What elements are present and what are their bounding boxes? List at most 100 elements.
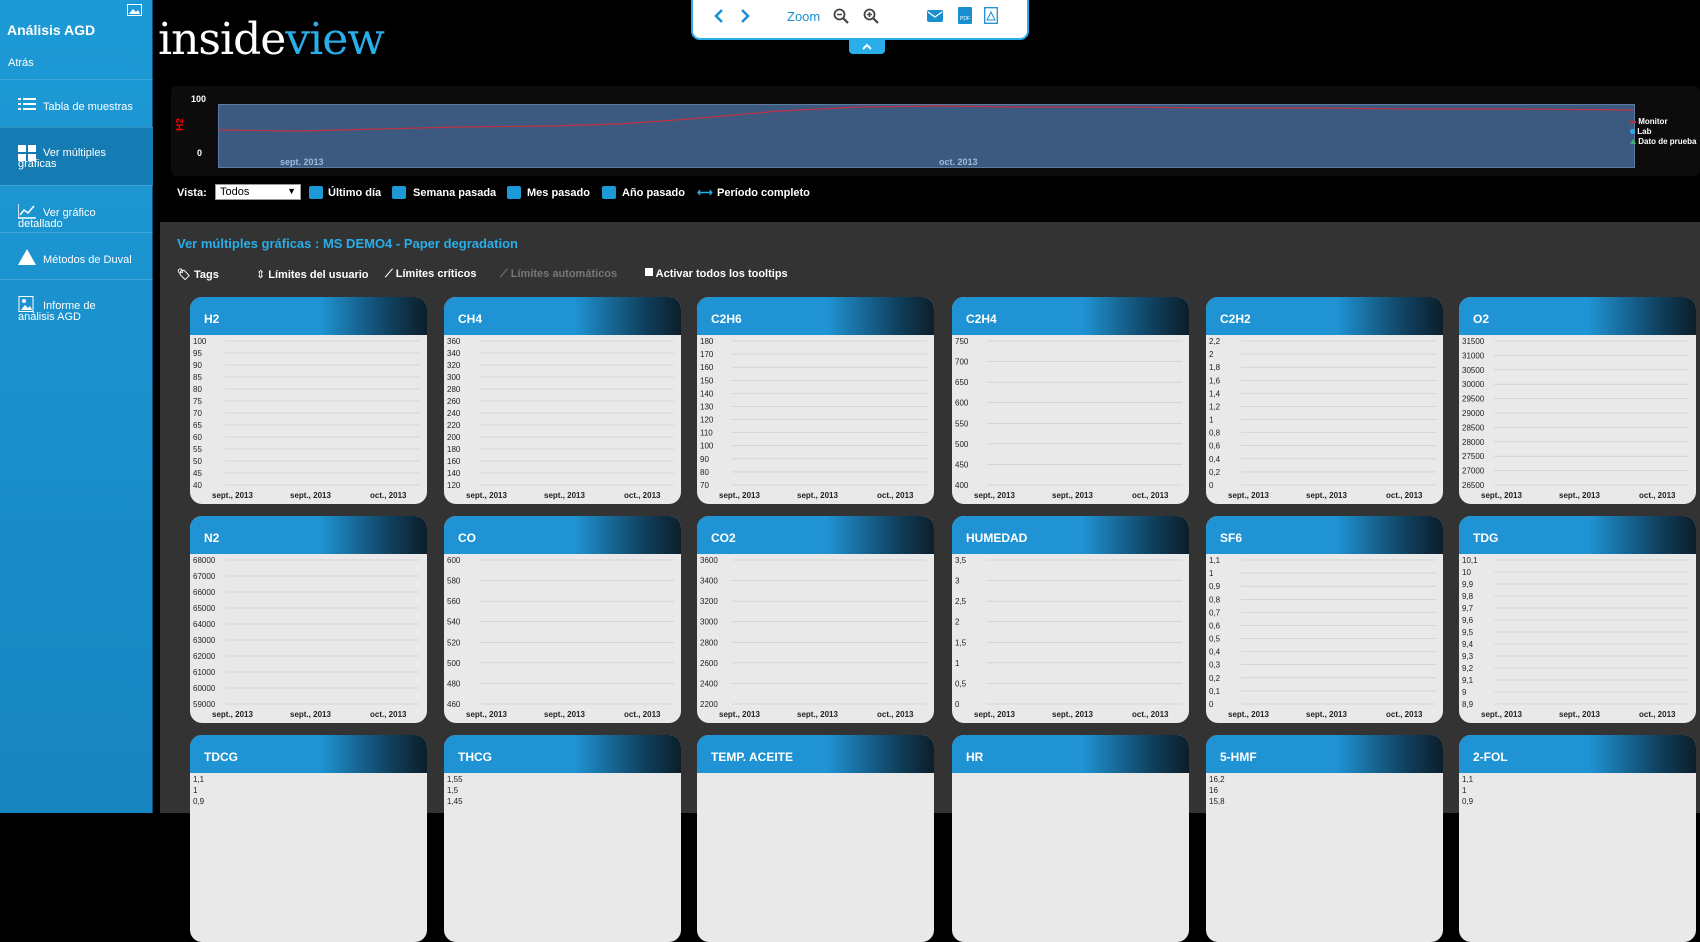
x-tick-label: sept., 2013 xyxy=(1228,710,1269,719)
chart-plot[interactable]: 180 170 160 150 140 130 120 110 100 90 80 70 sept., … xyxy=(697,335,934,504)
tags-toggle[interactable]: 🏷 Tags xyxy=(177,268,219,281)
calendar-icon xyxy=(392,186,406,199)
chart-card-header[interactable]: CO xyxy=(444,516,681,554)
chart-card-header[interactable]: C2H2 xyxy=(1206,297,1443,335)
legend-dato-prueba: Dato de prueba xyxy=(1630,137,1696,147)
chart-plot[interactable]: 1,1 1 0,9 xyxy=(190,773,427,942)
chart-card-header[interactable]: HR xyxy=(952,735,1189,773)
chart-card-header[interactable]: CH4 xyxy=(444,297,681,335)
chart-plot[interactable]: 16,2 16 15,8 xyxy=(1206,773,1443,942)
x-tick-label: sept., 2013 xyxy=(1228,491,1269,500)
chart-card-header[interactable]: 2-FOL xyxy=(1459,735,1696,773)
y-tick-label: 15,8 xyxy=(1209,797,1225,806)
chart-card-header[interactable]: C2H4 xyxy=(952,297,1189,335)
y-tick-label: 28500 xyxy=(1462,423,1485,432)
logo-part-1: inside xyxy=(158,14,286,65)
chart-plot[interactable]: 600 580 560 540 520 500 480 460 sept., 2013 sept.… xyxy=(444,554,681,723)
next-icon[interactable] xyxy=(739,8,751,24)
prev-icon[interactable] xyxy=(713,8,725,24)
chart-plot[interactable] xyxy=(697,773,934,942)
sidebar-item-grafico-detallado[interactable]: Ver gráfico detallado xyxy=(0,185,153,232)
sidebar-item-tabla-muestras[interactable]: Tabla de muestras xyxy=(0,79,153,127)
sidebar-item-multiples-graficas[interactable]: Ver múltiples gráficas xyxy=(0,127,153,185)
range-ano-pasado[interactable]: Año pasado xyxy=(622,187,685,199)
chart-card-thcg[interactable]: THCG 1,55 1,5 1,45 xyxy=(444,735,681,942)
chart-plot[interactable]: 3,5 3 2,5 2 1,5 1 0,5 0 sept., 2013 sept., 2013 oc… xyxy=(952,554,1189,723)
y-tick-label: 80 xyxy=(700,468,709,477)
chart-card-o2[interactable]: O2 31500 31000 30500 30000 29500 29000 28500 280… xyxy=(1459,297,1696,504)
x-tick-label: sept., 2013 xyxy=(290,491,331,500)
sidebar-item-informe-analisis[interactable]: Informe de análisis AGD xyxy=(0,279,153,335)
chart-card-header[interactable]: O2 xyxy=(1459,297,1696,335)
auto-limits-toggle[interactable]: ⟋ Límites automáticos xyxy=(500,268,617,281)
y-tick-label: 9,8 xyxy=(1462,592,1474,601)
chart-card-ch4[interactable]: CH4 360 340 320 300 280 260 240 220 200 180 160 140 1… xyxy=(444,297,681,504)
chart-card-header[interactable]: SF6 xyxy=(1206,516,1443,554)
chart-card-hr[interactable]: HR xyxy=(952,735,1189,942)
range-semana-pasada[interactable]: Semana pasada xyxy=(413,187,496,199)
chart-plot[interactable]: 10,1 10 9,9 9,8 9,7 9,6 9,5 9,4 9,3 9,2 9,1 9 8,9 sep… xyxy=(1459,554,1696,723)
chart-plot[interactable]: 100 95 90 85 80 75 70 65 60 55 50 45 40 sept., 2013 se… xyxy=(190,335,427,504)
chart-card-tdg[interactable]: TDG 10,1 10 9,9 9,8 9,7 9,6 9,5 9,4 9,3 9,2 9,1 9 8,9… xyxy=(1459,516,1696,723)
chart-plot[interactable]: 36003400320030002800260024002200sept., 2… xyxy=(697,554,934,723)
chart-card-header[interactable]: H2 xyxy=(190,297,427,335)
tooltips-checkbox[interactable]: Activar todos los tooltips xyxy=(645,268,788,280)
chart-plot[interactable]: 750 700 650 600 550 500 450 400 sept., 2013 sept.… xyxy=(952,335,1189,504)
y-tick-label: 0,1 xyxy=(1209,687,1221,696)
chart-card-sf6[interactable]: SF6 1,1 1 0,9 0,8 0,7 0,6 0,5 0,4 0,3 0,2 0,1 0 sept.… xyxy=(1206,516,1443,723)
overview-plot-area[interactable] xyxy=(218,104,1635,168)
chart-plot[interactable]: 1,1 1 0,9 0,8 0,7 0,6 0,5 0,4 0,3 0,2 0,1 0 sept., 2… xyxy=(1206,554,1443,723)
chart-card-co[interactable]: CO 600 580 560 540 520 500 480 460 sept., 2013 sep… xyxy=(444,516,681,723)
zoom-out-icon[interactable] xyxy=(833,8,849,24)
chart-card-header[interactable]: TDG xyxy=(1459,516,1696,554)
pdf-export-icon[interactable] xyxy=(984,7,998,24)
chart-card-header[interactable]: C2H6 xyxy=(697,297,934,335)
email-icon[interactable] xyxy=(927,9,943,23)
chart-card-header[interactable]: N2 xyxy=(190,516,427,554)
chart-card-co2[interactable]: CO2 3600 3400 3200 3000 2800 2600 2400 2200 sept.… xyxy=(697,516,934,723)
x-tick-label: sept., 2013 xyxy=(466,710,507,719)
zoom-in-icon[interactable] xyxy=(863,8,879,24)
chart-card-c2h2[interactable]: C2H2 2,2 2 1,8 1,6 1,4 1,2 1 0,8 0,6 0,4 0,2 0 sept.,… xyxy=(1206,297,1443,504)
chart-card-h2[interactable]: H2 100 95 90 85 80 75 70 65 60 55 50 45 40 sept., 2013… xyxy=(190,297,427,504)
chart-card-header[interactable]: 5-HMF xyxy=(1206,735,1443,773)
sidebar-item-metodos-duval[interactable]: Métodos de Duval xyxy=(0,232,153,279)
vista-select[interactable]: Todos ▼ xyxy=(215,184,301,200)
chart-card-header[interactable]: TEMP. ACEITE xyxy=(697,735,934,773)
chart-card-n2[interactable]: N2 68000 67000 66000 65000 64000 63000 62000 610… xyxy=(190,516,427,723)
y-tick-label: 2 xyxy=(1209,350,1214,359)
chart-card-c2h4[interactable]: C2H4 750 700 650 600 550 500 450 400 sept., 2013 s… xyxy=(952,297,1189,504)
x-tick-label: sept., 2013 xyxy=(212,491,253,500)
chart-card-header[interactable]: CO2 xyxy=(697,516,934,554)
chart-plot[interactable]: 68000 67000 66000 65000 64000 63000 62000 61000… xyxy=(190,554,427,723)
chart-card-header[interactable]: HUMEDAD xyxy=(952,516,1189,554)
chart-card-5-hmf[interactable]: 5-HMF 16,2 16 15,8 xyxy=(1206,735,1443,942)
chart-card-header[interactable]: THCG xyxy=(444,735,681,773)
chart-card-header[interactable]: TDCG xyxy=(190,735,427,773)
critical-limits-toggle[interactable]: ⟋ Límites críticos xyxy=(385,268,476,281)
section-title: Ver múltiples gráficas : MS DEMO4 - Pape… xyxy=(177,236,518,251)
range-ultimo-dia[interactable]: Último día xyxy=(328,187,381,199)
chart-card-c2h6[interactable]: C2H6 180 170 160 150 140 130 120 110 100 90 80 70 sep… xyxy=(697,297,934,504)
chart-plot[interactable]: 1,1 1 0,9 xyxy=(1459,773,1696,942)
chart-card-temp-aceite[interactable]: TEMP. ACEITE xyxy=(697,735,934,942)
pdf-icon[interactable]: PDF xyxy=(958,7,972,24)
chart-card-humedad[interactable]: HUMEDAD 3,5 3 2,5 2 1,5 1 0,5 0 sept., 2013 sept.,… xyxy=(952,516,1189,723)
chart-plot[interactable]: 2,2 2 1,8 1,6 1,4 1,2 1 0,8 0,6 0,4 0,2 0 sept., 201… xyxy=(1206,335,1443,504)
chart-plot[interactable]: 360 340 320 300 280 260 240 220 200 180 160 140 120 s… xyxy=(444,335,681,504)
range-mes-pasado[interactable]: Mes pasado xyxy=(527,187,590,199)
toolbar-collapse-button[interactable] xyxy=(849,40,885,54)
chart-card-tdcg[interactable]: TDCG 1,1 1 0,9 xyxy=(190,735,427,942)
y-tick-label: 1,8 xyxy=(1209,363,1221,372)
chart-plot[interactable] xyxy=(952,773,1189,942)
chart-card-2-fol[interactable]: 2-FOL 1,1 1 0,9 xyxy=(1459,735,1696,942)
y-tick-label: 1 xyxy=(1209,416,1214,425)
range-periodo-completo[interactable]: Período completo xyxy=(717,187,810,199)
back-link[interactable]: Atrás xyxy=(8,57,34,69)
tag-icon: 🏷 xyxy=(177,269,191,281)
chart-plot[interactable]: 1,55 1,5 1,45 xyxy=(444,773,681,942)
y-tick-label: 8,9 xyxy=(1462,700,1474,709)
image-icon[interactable] xyxy=(127,4,142,16)
chart-plot[interactable]: 31500 31000 30500 30000 29500 29000 28500 28000… xyxy=(1459,335,1696,504)
user-limits-toggle[interactable]: ⇕ Límites del usuario xyxy=(256,268,369,281)
